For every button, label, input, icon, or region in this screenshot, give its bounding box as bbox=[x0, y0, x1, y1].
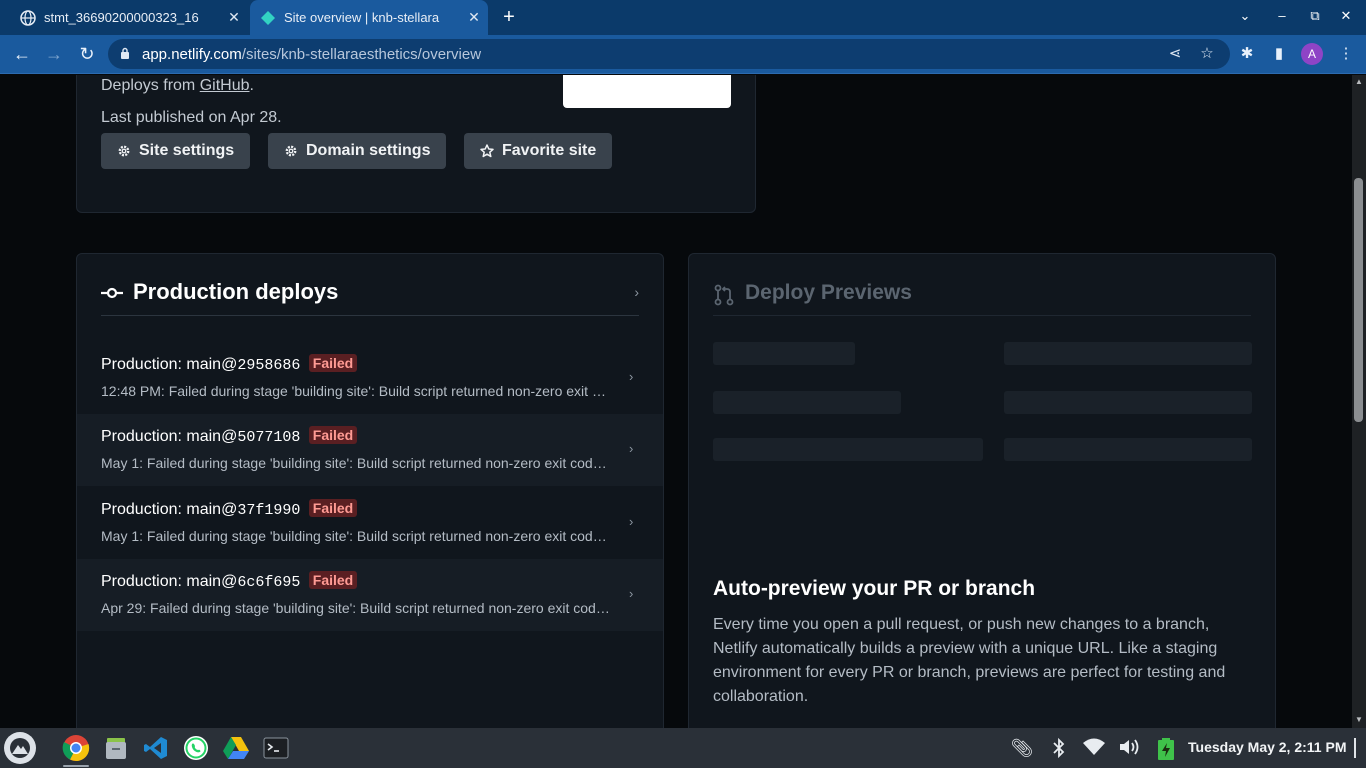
tab-title: stmt_36690200000323_16 bbox=[44, 10, 199, 25]
whatsapp-icon[interactable] bbox=[181, 733, 211, 763]
deploys-from-text: Deploys from GitHub. bbox=[101, 77, 254, 94]
chevron-right-icon: › bbox=[629, 514, 634, 529]
skeleton-placeholder bbox=[1004, 438, 1252, 461]
deploy-title: Production: main@6c6f695 Failed bbox=[101, 571, 358, 591]
back-icon[interactable]: ← bbox=[11, 43, 33, 65]
side-panel-icon[interactable]: ▮ bbox=[1270, 45, 1288, 63]
tab-search-icon[interactable]: ⌄ bbox=[1235, 8, 1255, 24]
scroll-down-arrow-icon[interactable]: ▼ bbox=[1352, 713, 1366, 727]
netlify-logo-icon bbox=[260, 10, 276, 26]
globe-icon bbox=[20, 9, 36, 26]
browser-toolbar: ← → ↻ app.netlify.com/sites/knb-stellara… bbox=[0, 35, 1366, 74]
skeleton-placeholder bbox=[713, 342, 855, 365]
production-deploys-title: Production deploys bbox=[133, 279, 339, 304]
chevron-right-icon[interactable]: › bbox=[634, 284, 639, 300]
site-settings-button[interactable]: Site settings bbox=[101, 133, 251, 169]
drive-icon[interactable] bbox=[221, 733, 251, 763]
failed-status-badge: Failed bbox=[308, 571, 358, 589]
new-tab-button[interactable]: + bbox=[498, 6, 520, 28]
chevron-right-icon: › bbox=[629, 369, 634, 384]
deploy-detail: 12:48 PM: Failed during stage 'building … bbox=[101, 383, 611, 399]
extensions-icon[interactable]: ✱ bbox=[1238, 45, 1256, 63]
failed-status-badge: Failed bbox=[308, 426, 358, 444]
browser-tab-active[interactable]: Site overview | knb-stellara ✕ bbox=[250, 0, 488, 35]
scroll-up-arrow-icon[interactable]: ▲ bbox=[1352, 75, 1366, 89]
deploy-detail: May 1: Failed during stage 'building sit… bbox=[101, 528, 611, 544]
site-screenshot-thumbnail[interactable] bbox=[563, 75, 731, 108]
last-published-text: Last published on Apr 28. bbox=[101, 109, 282, 126]
deploy-title: Production: main@5077108 Failed bbox=[101, 426, 358, 446]
close-window-icon[interactable]: ✕ bbox=[1336, 8, 1356, 24]
domain-settings-button[interactable]: Domain settings bbox=[268, 133, 447, 169]
system-clock[interactable]: Tuesday May 2, 2:11 PM bbox=[1188, 739, 1346, 755]
production-deploys-header[interactable]: Production deploys › bbox=[101, 276, 639, 316]
menu-kebab-icon[interactable]: ⋮ bbox=[1337, 45, 1355, 63]
maximize-icon[interactable]: ⧉ bbox=[1305, 8, 1325, 24]
address-bar[interactable]: app.netlify.com/sites/knb-stellaraesthet… bbox=[108, 39, 1230, 69]
auto-preview-description: Every time you open a pull request, or p… bbox=[713, 616, 1226, 705]
files-icon[interactable] bbox=[101, 733, 131, 763]
terminal-icon[interactable] bbox=[261, 733, 291, 763]
deploy-row[interactable]: Production: main@6c6f695 Failed Apr 29: … bbox=[77, 559, 663, 631]
star-icon bbox=[480, 144, 494, 158]
skeleton-placeholder bbox=[1004, 342, 1252, 365]
lock-icon bbox=[121, 47, 129, 59]
production-deploys-card: Production deploys › Production: main@29… bbox=[76, 253, 664, 728]
site-summary-card: Deploys from GitHub. Last published on A… bbox=[76, 75, 756, 213]
github-link[interactable]: GitHub bbox=[200, 77, 250, 94]
url-text: app.netlify.com/sites/knb-stellaraesthet… bbox=[142, 46, 482, 63]
wifi-icon[interactable] bbox=[1082, 737, 1106, 759]
paperclip-icon[interactable]: 📎︎ bbox=[1010, 737, 1034, 759]
browser-tab[interactable]: stmt_36690200000323_16 ✕ bbox=[8, 0, 248, 35]
favorite-site-button[interactable]: Favorite site bbox=[464, 133, 613, 169]
deploy-detail: May 1: Failed during stage 'building sit… bbox=[101, 455, 611, 471]
tab-title: Site overview | knb-stellara bbox=[284, 10, 440, 25]
skeleton-placeholder bbox=[713, 391, 901, 414]
volume-icon[interactable] bbox=[1118, 737, 1142, 759]
battery-charging-icon[interactable] bbox=[1154, 737, 1178, 760]
deploy-row[interactable]: Production: main@37f1990 Failed May 1: F… bbox=[77, 487, 663, 559]
os-taskbar: 📎︎ Tuesday May 2, 2:11 PM bbox=[0, 728, 1366, 768]
bookmark-star-icon[interactable]: ☆ bbox=[1198, 45, 1216, 63]
gear-icon bbox=[117, 144, 131, 158]
skeleton-placeholder bbox=[1004, 391, 1252, 414]
chevron-right-icon: › bbox=[629, 441, 634, 456]
deploy-previews-card: Deploy Previews Auto-preview your PR or … bbox=[688, 253, 1276, 728]
deploy-title: Production: main@37f1990 Failed bbox=[101, 499, 358, 519]
skeleton-placeholder bbox=[713, 438, 983, 461]
scrollbar-thumb[interactable] bbox=[1354, 178, 1363, 422]
page-content: Deploys from GitHub. Last published on A… bbox=[0, 75, 1352, 728]
deploy-previews-title: Deploy Previews bbox=[745, 281, 912, 304]
auto-preview-heading: Auto-preview your PR or branch bbox=[713, 577, 1036, 600]
reload-icon[interactable]: ↻ bbox=[76, 43, 98, 65]
gear-icon bbox=[284, 144, 298, 158]
failed-status-badge: Failed bbox=[308, 499, 358, 517]
pull-request-icon bbox=[714, 284, 734, 306]
deploy-row[interactable]: Production: main@2958686 Failed 12:48 PM… bbox=[77, 342, 663, 414]
chevron-right-icon: › bbox=[629, 586, 634, 601]
failed-status-badge: Failed bbox=[308, 354, 358, 372]
git-commit-icon bbox=[101, 287, 123, 299]
vscode-icon[interactable] bbox=[141, 733, 171, 763]
deploy-detail: Apr 29: Failed during stage 'building si… bbox=[101, 600, 611, 616]
bluetooth-icon[interactable] bbox=[1047, 737, 1071, 759]
close-tab-icon[interactable]: ✕ bbox=[467, 9, 481, 26]
close-tab-icon[interactable]: ✕ bbox=[227, 9, 241, 26]
deploy-previews-header: Deploy Previews bbox=[713, 276, 1251, 316]
profile-avatar[interactable]: A bbox=[1301, 43, 1323, 65]
browser-tab-strip: stmt_36690200000323_16 ✕ Site overview |… bbox=[0, 0, 1366, 35]
show-desktop-button[interactable] bbox=[1354, 738, 1356, 758]
minimize-icon[interactable]: – bbox=[1272, 8, 1292, 23]
forward-icon[interactable]: → bbox=[43, 43, 65, 65]
deploy-row[interactable]: Production: main@5077108 Failed May 1: F… bbox=[77, 414, 663, 486]
active-app-indicator bbox=[63, 765, 89, 767]
deploy-title: Production: main@2958686 Failed bbox=[101, 354, 358, 374]
chrome-icon[interactable] bbox=[61, 733, 91, 763]
launcher-icon[interactable] bbox=[4, 732, 36, 764]
share-icon[interactable]: ⋖ bbox=[1166, 45, 1184, 63]
